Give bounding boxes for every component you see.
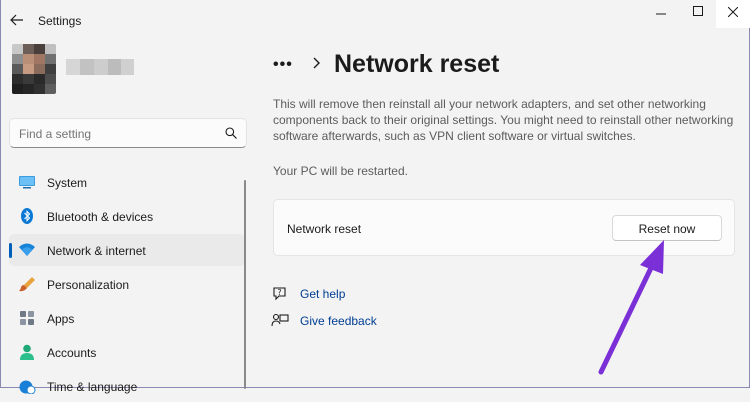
active-indicator <box>9 243 12 258</box>
network-reset-card: Network reset Reset now <box>273 199 735 256</box>
give-feedback-label[interactable]: Give feedback <box>300 314 377 328</box>
sidebar-item-label: Bluetooth & devices <box>47 210 154 224</box>
sidebar-item-label: Network & internet <box>47 244 146 258</box>
page-title: Network reset <box>334 50 500 78</box>
sidebar-item-label: Time & language <box>47 380 138 394</box>
globe-clock-icon <box>19 380 36 394</box>
search-box[interactable] <box>9 118 247 148</box>
sidebar-item-label: Accounts <box>47 346 97 360</box>
sidebar-item-time-language[interactable]: Time & language <box>9 370 245 402</box>
sidebar-item-label: Personalization <box>47 278 130 292</box>
back-arrow-icon[interactable] <box>10 12 24 28</box>
sidebar-item-accounts[interactable]: Accounts <box>9 336 245 368</box>
profile-name-blurred <box>66 59 134 75</box>
page-description: This will remove then reinstall all your… <box>273 97 734 143</box>
help-icon: ? <box>273 287 286 301</box>
restart-note: Your PC will be restarted. <box>273 164 408 178</box>
chevron-right-icon <box>313 57 320 69</box>
sidebar-item-label: System <box>47 176 88 190</box>
sidebar-item-apps[interactable]: Apps <box>9 302 245 334</box>
search-input[interactable] <box>19 127 209 141</box>
breadcrumb-overflow-button[interactable]: ••• <box>273 56 293 74</box>
apps-grid-icon <box>20 311 34 325</box>
app-title: Settings <box>38 14 82 28</box>
feedback-icon <box>271 313 289 327</box>
search-icon[interactable] <box>225 127 237 139</box>
sidebar-item-network[interactable]: Network & internet <box>9 234 245 266</box>
sidebar-item-system[interactable]: System <box>9 166 245 198</box>
title-bar: Settings <box>0 0 750 40</box>
minimize-icon[interactable] <box>656 6 666 16</box>
svg-text:?: ? <box>277 288 281 297</box>
maximize-icon[interactable] <box>693 6 703 16</box>
avatar[interactable] <box>12 44 56 94</box>
close-button[interactable] <box>716 0 750 28</box>
brush-icon <box>19 277 35 292</box>
sidebar-item-bluetooth[interactable]: Bluetooth & devices <box>9 200 245 232</box>
get-help-label[interactable]: Get help <box>300 287 345 301</box>
reset-now-button[interactable]: Reset now <box>612 215 722 241</box>
bluetooth-icon <box>21 208 33 224</box>
sidebar-scrollbar[interactable] <box>244 180 246 389</box>
sidebar-item-label: Apps <box>47 312 75 326</box>
close-icon <box>728 7 738 17</box>
system-display-icon <box>19 176 35 189</box>
person-icon <box>20 344 34 360</box>
wifi-icon <box>19 243 35 256</box>
sidebar-item-personalization[interactable]: Personalization <box>9 268 245 300</box>
card-label: Network reset <box>287 222 362 236</box>
